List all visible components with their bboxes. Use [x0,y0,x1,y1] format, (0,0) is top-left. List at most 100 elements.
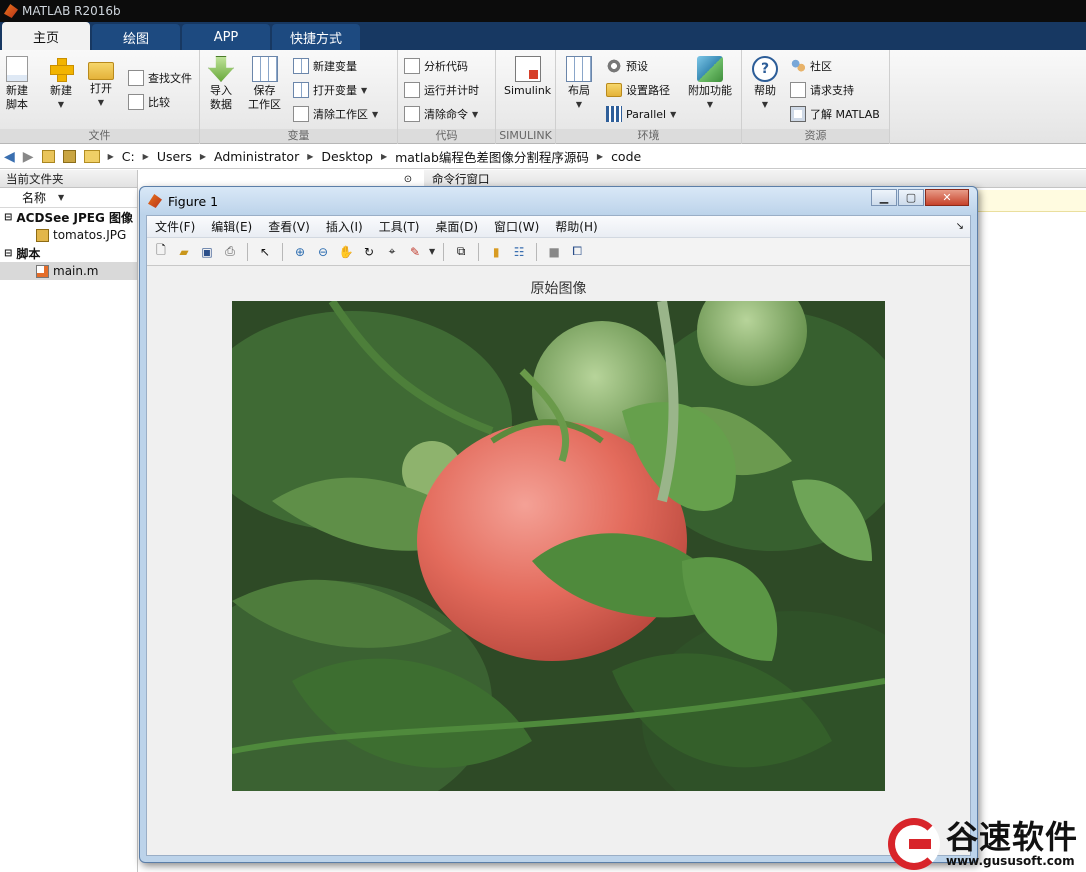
print-icon[interactable]: ⎙ [221,243,239,261]
plus-icon [48,56,74,82]
figure-toolbar: 🗋 ▰ ▣ ⎙ ↖ ⊕ ⊖ ✋ ↻ ⌖ ✎ ▼ ⧉ ▮ ☷ ■ ⧠ [147,238,970,266]
clear-workspace-button[interactable]: 清除工作区 ▼ [293,106,378,122]
dock-arrow-icon[interactable]: ↘ [956,221,964,232]
clear-commands-button[interactable]: 清除命令 ▼ [404,106,478,122]
tab-apps[interactable]: APP [182,24,270,50]
chevron-right-icon: ▶ [107,152,114,161]
tab-shortcuts[interactable]: 快捷方式 [272,24,360,50]
set-path-button[interactable]: 设置路径 [606,82,670,98]
file-row-tomatos[interactable]: tomatos.JPG [0,226,137,244]
pointer-icon[interactable]: ↖ [256,243,274,261]
zoom-in-icon[interactable]: ⊕ [291,243,309,261]
crumb-desktop[interactable]: Desktop [321,149,373,164]
compare-button[interactable]: 比较 [128,94,170,110]
pan-hand-icon[interactable]: ✋ [337,243,355,261]
community-icon [790,58,806,74]
crumb-administrator[interactable]: Administrator [214,149,299,164]
chevron-down-icon: ▼ [706,100,714,109]
import-data-button[interactable]: 导入 数据 [208,56,234,112]
help-button[interactable]: ? 帮助 ▼ [752,56,778,112]
address-bar: ◀ ▶ ▶ C: ▶ Users ▶ Administrator ▶ Deskt… [0,145,1086,169]
brush-icon[interactable]: ✎ [406,243,424,261]
crumb-users[interactable]: Users [157,149,192,164]
collapse-icon[interactable]: ⊟ [4,248,12,259]
layout-button[interactable]: 布局 ▼ [566,56,592,112]
menu-view[interactable]: 查看(V) [268,218,310,235]
new-script-icon [6,56,28,82]
group-label-environment: 环境 [556,129,741,143]
open-file-icon[interactable]: ▰ [175,243,193,261]
panel-menu-icon[interactable]: ⊙ [400,171,416,187]
link-plot-icon[interactable]: ⧉ [452,243,470,261]
close-icon[interactable]: ✕ [925,189,969,206]
crumb-drive[interactable]: C: [122,149,135,164]
data-cursor-icon[interactable]: ⌖ [383,243,401,261]
rotate-icon[interactable]: ↻ [360,243,378,261]
figure-title-bar[interactable]: Figure 1 ▁ ▢ ✕ [140,187,977,215]
maximize-icon[interactable]: ▢ [898,189,924,206]
learn-matlab-button[interactable]: 了解 MATLAB [790,106,880,122]
new-button[interactable]: 新建 ▼ [48,56,74,112]
chevron-down-icon: ▼ [372,109,379,119]
request-support-button[interactable]: 请求支持 [790,82,854,98]
folder-icon [606,83,622,97]
menu-file[interactable]: 文件(F) [155,218,195,235]
new-variable-button[interactable]: 新建变量 [293,58,357,74]
menu-desktop[interactable]: 桌面(D) [435,218,478,235]
tab-home[interactable]: 主页 [2,22,90,50]
show-plot-tools-icon[interactable]: ⧠ [568,243,586,261]
group-row-scripts[interactable]: ⊟ 脚本 [0,244,137,262]
ribbon: 新建 脚本 新建 ▼ 打开 ▼ 查找文件 比较 文件 导入 数据 保存 工作区 … [0,50,1086,144]
new-script-button[interactable]: 新建 脚本 [6,56,28,112]
save-workspace-button[interactable]: 保存 工作区 [248,56,281,112]
tab-plots[interactable]: 绘图 [92,24,180,50]
browse-folder-icon[interactable] [62,150,76,163]
parallel-icon [606,106,622,122]
sort-arrow-icon: ▼ [58,193,65,202]
window-title: MATLAB R2016b [22,4,121,18]
add-ons-button[interactable]: 附加功能 ▼ [688,56,732,112]
crumb-code[interactable]: code [611,149,641,164]
crumb-project[interactable]: matlab编程色差图像分割程序源码 [395,147,589,166]
back-arrow-icon[interactable]: ◀ [4,149,15,165]
chevron-down-icon: ▼ [57,100,65,109]
hide-plot-tools-icon[interactable]: ■ [545,243,563,261]
group-file: 新建 脚本 新建 ▼ 打开 ▼ 查找文件 比较 文件 [0,50,200,144]
legend-icon[interactable]: ☷ [510,243,528,261]
file-row-main[interactable]: main.m [0,262,137,280]
menu-tools[interactable]: 工具(T) [379,218,420,235]
community-button[interactable]: 社区 [790,58,832,74]
minimize-icon[interactable]: ▁ [871,189,897,206]
preferences-button[interactable]: 预设 [606,58,648,74]
analyze-code-button[interactable]: 分析代码 [404,58,468,74]
chevron-down-icon[interactable]: ▼ [429,247,435,256]
find-files-button[interactable]: 查找文件 [128,70,192,86]
simulink-button[interactable]: Simulink [504,56,551,98]
group-label-variable: 变量 [200,129,397,143]
menu-edit[interactable]: 编辑(E) [211,218,252,235]
column-header-name[interactable]: 名称 ▼ [0,188,137,208]
colorbar-icon[interactable]: ▮ [487,243,505,261]
forward-arrow-icon[interactable]: ▶ [23,149,34,165]
parallel-button[interactable]: Parallel ▼ [606,106,676,122]
chevron-down-icon: ▼ [575,100,583,109]
stopwatch-icon [404,82,420,98]
learn-icon [790,106,806,122]
open-button[interactable]: 打开 ▼ [88,56,114,110]
run-and-time-button[interactable]: 运行并计时 [404,82,479,98]
collapse-icon[interactable]: ⊟ [4,212,12,223]
group-row-jpeg[interactable]: ⊟ ACDSee JPEG 图像 [0,208,137,226]
simulink-icon [514,56,541,82]
chevron-down-icon: ▼ [97,98,105,107]
zoom-out-icon[interactable]: ⊖ [314,243,332,261]
save-icon[interactable]: ▣ [198,243,216,261]
menu-insert[interactable]: 插入(I) [326,218,363,235]
new-figure-icon[interactable]: 🗋 [152,243,170,261]
window-controls: ▁ ▢ ✕ [871,189,969,206]
up-folder-icon[interactable] [41,150,55,163]
open-variable-button[interactable]: 打开变量 ▼ [293,82,367,98]
menu-help[interactable]: 帮助(H) [555,218,597,235]
menu-window[interactable]: 窗口(W) [494,218,539,235]
gear-icon [606,58,622,74]
current-folder-title: 当前文件夹 [0,170,137,188]
